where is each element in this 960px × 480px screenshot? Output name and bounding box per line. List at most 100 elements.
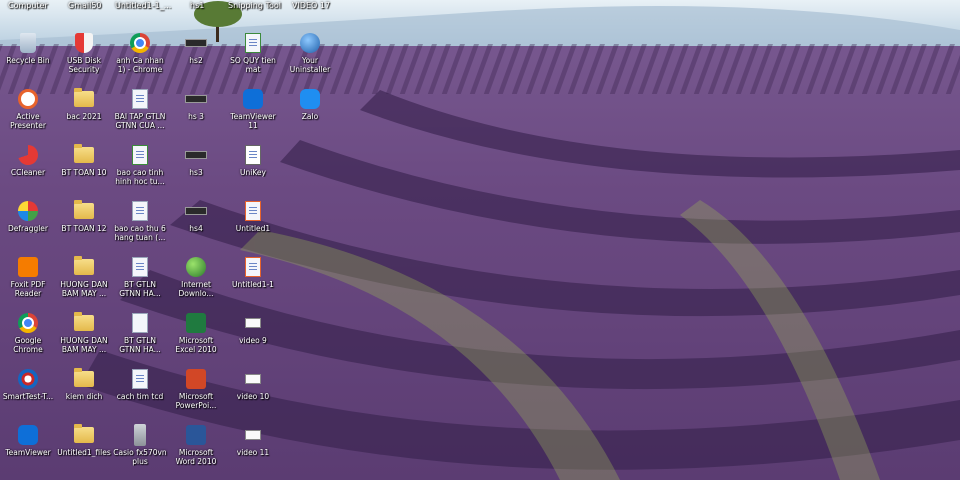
icon-image (17, 424, 39, 446)
desktop-icon[interactable]: BAI TAP GTLN GTNN CUA ... (112, 86, 168, 140)
desktop-icon[interactable]: Internet Downlo... (168, 254, 224, 308)
icon-label: SmartTest-T... (2, 392, 54, 401)
icon-label: BAI TAP GTLN GTNN CUA ... (114, 112, 166, 130)
desktop-icon[interactable]: Casio fx570vn plus (112, 422, 168, 476)
teamviewer-icon (243, 89, 263, 109)
desktop-icon[interactable]: hs 3 (168, 86, 224, 140)
desktop-icon[interactable]: video 9 (225, 310, 281, 364)
icon-label: anh Ca nhan 1) - Chrome (116, 56, 164, 74)
calculator-icon (134, 424, 146, 446)
desktop-icon[interactable]: Your Uninstaller (282, 30, 338, 84)
icon-label: Casio fx570vn plus (113, 448, 167, 466)
desktop-icon[interactable]: bao cao thu 6 hang tuan (... (112, 198, 168, 252)
desktop-icon[interactable]: Active Presenter (0, 86, 56, 140)
folder-icon (74, 200, 94, 219)
chrome-icon (18, 313, 38, 333)
desktop-icon[interactable]: HUONG DAN BAM MAY ... (56, 310, 112, 364)
desktop-icon[interactable]: hs2 (168, 30, 224, 84)
desktop-icon[interactable]: Recycle Bin (0, 30, 56, 84)
icon-label: BT TOAN 10 (61, 168, 107, 177)
shield-icon (75, 33, 93, 53)
icon-image (129, 312, 151, 334)
icon-image (129, 88, 151, 110)
icon-image (299, 32, 321, 54)
desktop-icon[interactable]: Microsoft Excel 2010 (168, 310, 224, 364)
desktop-icon[interactable]: hs4 (168, 198, 224, 252)
folder-icon (74, 424, 94, 443)
desktop-icon[interactable]: UniKey (225, 142, 281, 196)
top-label-snipping-tool[interactable]: Snipping Tool (228, 1, 281, 10)
icon-image (73, 424, 95, 446)
zalo-icon (300, 89, 320, 109)
desktop-icon[interactable]: hs3 (168, 142, 224, 196)
presenter-icon (18, 89, 38, 109)
icon-label: Untitled1-1 (232, 280, 274, 289)
desktop-icon[interactable]: anh Ca nhan 1) - Chrome (112, 30, 168, 84)
desktop-icon[interactable]: Foxit PDF Reader (0, 254, 56, 308)
icon-label: Microsoft Word 2010 (175, 448, 217, 466)
desktop-icon[interactable]: video 11 (225, 422, 281, 476)
desktop-icon[interactable]: CCleaner (0, 142, 56, 196)
icon-image (185, 32, 207, 54)
icon-label: hs3 (189, 168, 203, 177)
icon-image (185, 88, 207, 110)
desktop-icon[interactable]: video 10 (225, 366, 281, 420)
top-label-computer[interactable]: Computer (8, 1, 48, 10)
icon-image (17, 368, 39, 390)
desktop-icon[interactable]: bao cao tinh hinh hoc tu... (112, 142, 168, 196)
icon-label: BT GTLN GTNN HA... (119, 336, 161, 354)
icon-label: Untitled1 (235, 224, 271, 233)
presenter-doc-icon (245, 257, 261, 277)
desktop-icon[interactable]: Microsoft Word 2010 (168, 422, 224, 476)
idm-icon (186, 257, 206, 277)
desktop-icon[interactable]: Untitled1_files (56, 422, 112, 476)
desktop-icon[interactable]: USB Disk Security (56, 30, 112, 84)
document-icon (132, 257, 148, 277)
icon-image (73, 312, 95, 334)
desktop-icon[interactable]: Defraggler (0, 198, 56, 252)
desktop-icon[interactable]: cach tim tcd (112, 366, 168, 420)
icon-label: video 11 (236, 448, 270, 457)
desktop-icon[interactable]: HUONG DAN BAM MAY ... (56, 254, 112, 308)
desktop-icon[interactable]: Google Chrome (0, 310, 56, 364)
desktop-icon[interactable]: TeamViewer 11 (225, 86, 281, 140)
desktop-icon[interactable]: Microsoft PowerPoi... (168, 366, 224, 420)
desktop-icon[interactable]: kiem dich (56, 366, 112, 420)
folder-icon (74, 256, 94, 275)
desktop-icon[interactable]: SmartTest-T... (0, 366, 56, 420)
video-icon (245, 430, 261, 440)
icon-label: bac 2021 (66, 112, 102, 121)
icon-image (242, 368, 264, 390)
icon-image (242, 200, 264, 222)
desktop-icon[interactable]: SO QUY tien mat (225, 30, 281, 84)
desktop-icon[interactable]: Untitled1-1 (225, 254, 281, 308)
icon-image (17, 256, 39, 278)
icon-label: TeamViewer 11 (230, 112, 276, 130)
icon-image (73, 144, 95, 166)
icon-image (17, 312, 39, 334)
icon-label: cach tim tcd (116, 392, 164, 401)
desktop-icon[interactable]: TeamViewer (0, 422, 56, 476)
top-label-hs1[interactable]: hs1 (190, 1, 204, 10)
icon-image (242, 312, 264, 334)
icon-label: video 10 (236, 392, 270, 401)
powerpoint-icon (186, 369, 206, 389)
desktop-icon[interactable]: BT GTLN GTNN HA... (112, 254, 168, 308)
icon-label: CCleaner (10, 168, 46, 177)
desktop-icon[interactable]: Zalo (282, 86, 338, 140)
desktop-icon[interactable]: BT TOAN 12 (56, 198, 112, 252)
video-icon (245, 374, 261, 384)
desktop-icon[interactable]: BT TOAN 10 (56, 142, 112, 196)
desktop-icon[interactable]: BT GTLN GTNN HA... (112, 310, 168, 364)
icon-label: Internet Downlo... (178, 280, 214, 298)
top-label-gmail[interactable]: Gmail50 (68, 1, 102, 10)
word-icon (186, 425, 206, 445)
icon-image (185, 144, 207, 166)
icon-image (242, 144, 264, 166)
top-label-video17[interactable]: VIDEO 17 (292, 1, 330, 10)
icon-label: bao cao thu 6 hang tuan (... (114, 224, 166, 242)
top-label-untitled[interactable]: Untitled1-1_... (115, 1, 171, 10)
desktop-icon[interactable]: Untitled1 (225, 198, 281, 252)
icon-image (73, 368, 95, 390)
desktop-icon[interactable]: bac 2021 (56, 86, 112, 140)
